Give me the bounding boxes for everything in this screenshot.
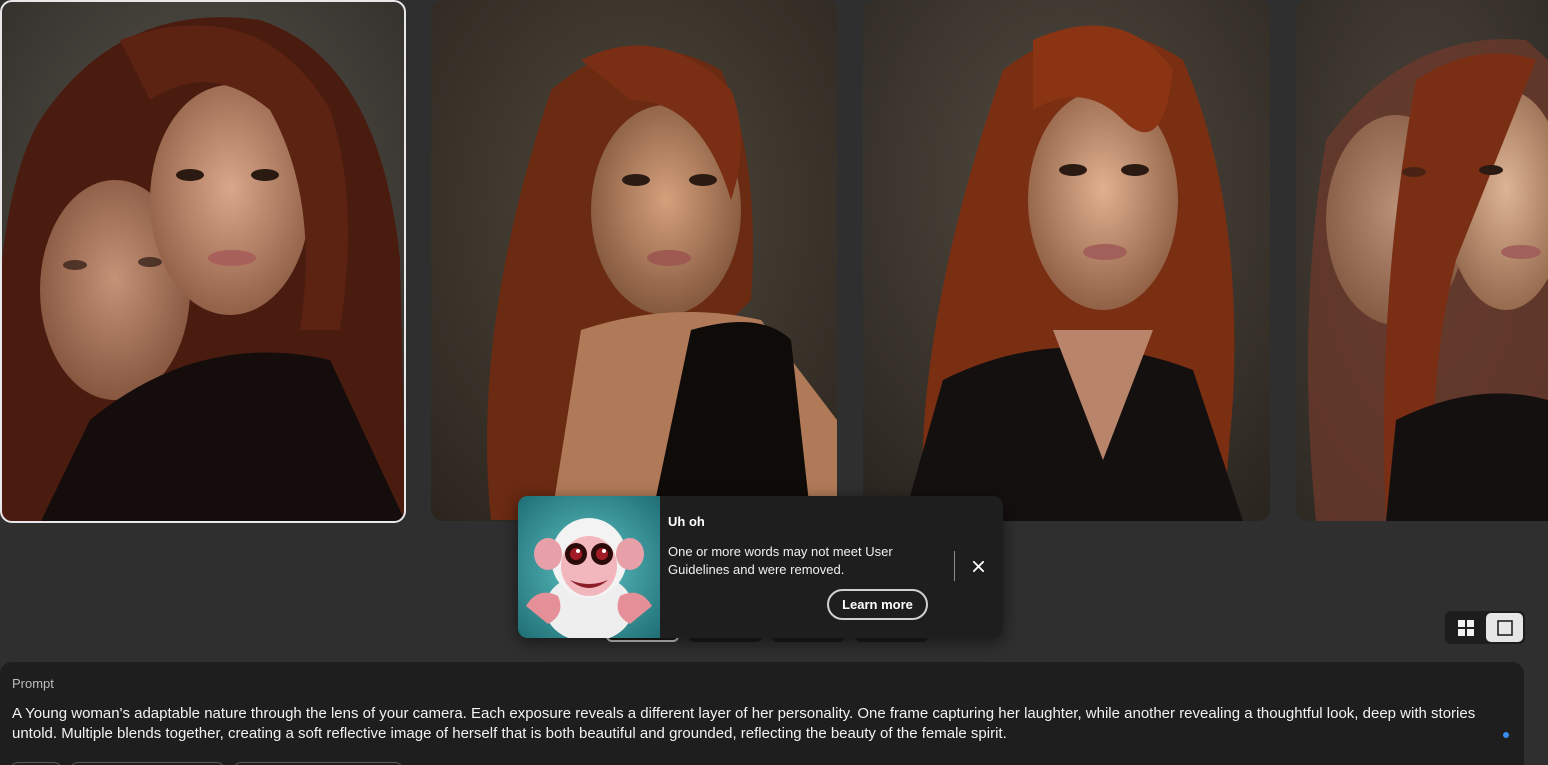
guideline-toast: Uh oh One or more words may not meet Use… <box>518 496 1003 638</box>
toast-divider <box>954 551 955 581</box>
single-view-button[interactable] <box>1486 613 1523 642</box>
gallery-image-4[interactable] <box>1296 0 1548 521</box>
grid-view-button[interactable] <box>1447 613 1484 642</box>
portrait-image <box>0 0 406 523</box>
view-toggle <box>1445 611 1525 644</box>
status-dot <box>1503 732 1509 738</box>
gallery-image-1[interactable] <box>0 0 406 523</box>
prompt-label: Prompt <box>12 676 54 691</box>
prompt-textarea[interactable]: A Young woman's adaptable nature through… <box>12 704 1502 744</box>
portrait-image <box>863 0 1270 521</box>
gallery-image-3[interactable] <box>863 0 1270 521</box>
grid-icon <box>1457 619 1474 636</box>
toast-message: One or more words may not meet User Guid… <box>668 544 893 577</box>
monkey-icon <box>518 496 660 638</box>
learn-more-button[interactable]: Learn more <box>827 589 928 620</box>
gallery-image-2[interactable] <box>431 0 837 521</box>
portrait-image <box>431 0 837 521</box>
single-square-icon <box>1496 619 1513 636</box>
monkey-illustration <box>518 496 660 638</box>
close-button[interactable] <box>969 557 987 575</box>
prompt-panel: Prompt A Young woman's adaptable nature … <box>0 662 1524 765</box>
app-stage: Prompt A Young woman's adaptable nature … <box>0 0 1548 765</box>
close-icon <box>972 560 984 572</box>
toast-title: Uh oh <box>668 514 705 529</box>
portrait-image <box>1296 0 1548 521</box>
